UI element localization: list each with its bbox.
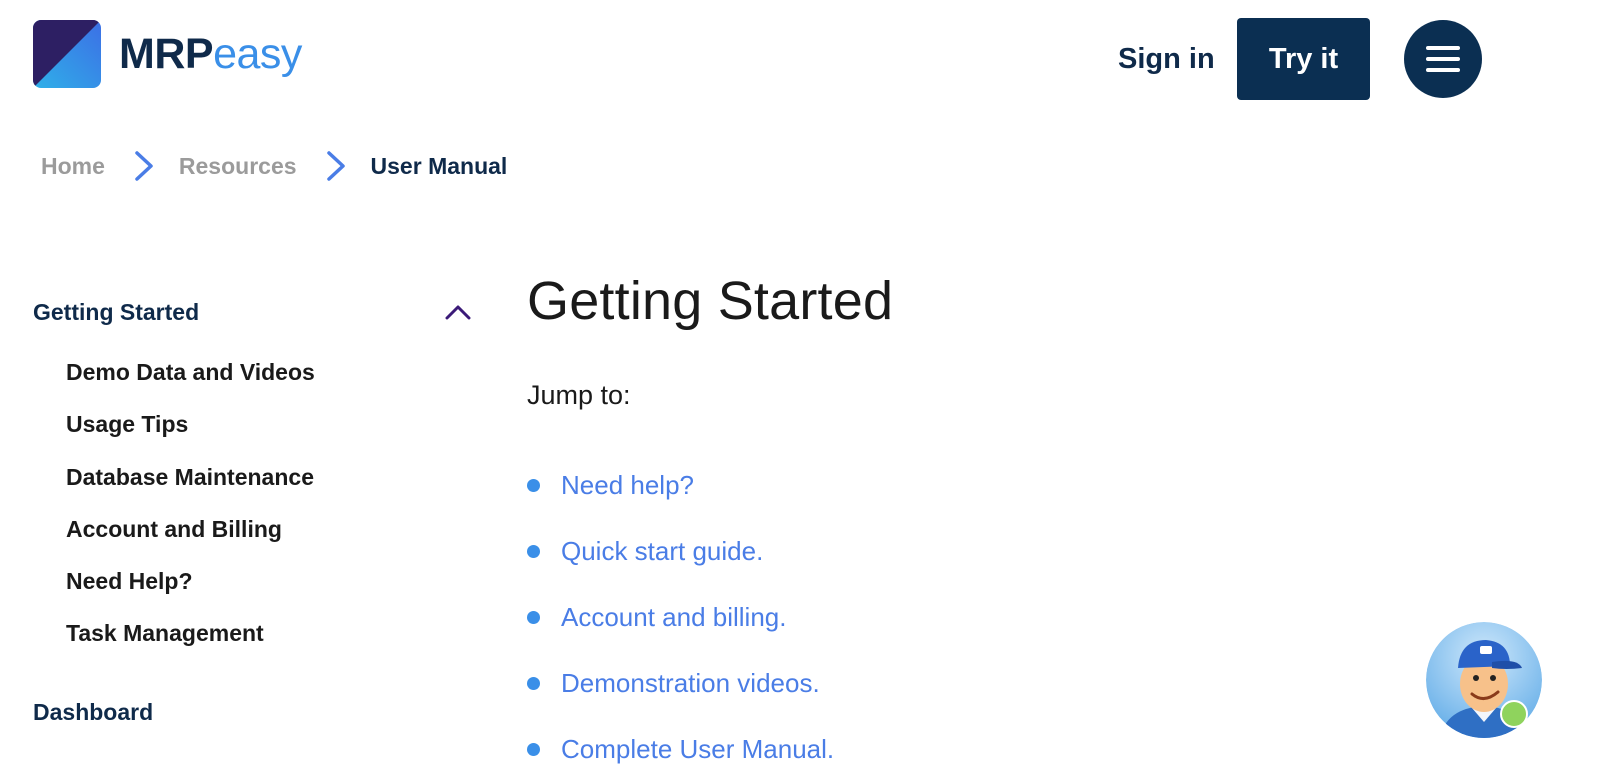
hamburger-menu-icon xyxy=(1426,46,1460,50)
bullet-dot-icon xyxy=(527,545,540,559)
page-title: Getting Started xyxy=(527,271,894,331)
mrpeasy-logo-icon xyxy=(33,20,101,88)
brand-wordmark: MRPeasy xyxy=(119,29,302,78)
jump-to-list: Need help? Quick start guide. Account an… xyxy=(527,463,1407,783)
list-item: Complete User Manual. xyxy=(527,726,1407,783)
logo-link[interactable]: MRPeasy xyxy=(33,20,302,88)
sidebar-section-getting-started[interactable]: Getting Started xyxy=(33,290,478,334)
sidebar-list: Demo Data and Videos Usage Tips Database… xyxy=(33,359,478,673)
brand-easy: easy xyxy=(213,29,302,78)
sidebar-item-demo-data-and-videos[interactable]: Demo Data and Videos xyxy=(33,359,478,411)
sidebar-section-label: Dashboard xyxy=(33,698,154,725)
sign-in-link[interactable]: Sign in xyxy=(1118,43,1215,76)
breadcrumb-resources[interactable]: Resources xyxy=(179,153,297,180)
jump-link-complete-user-manual[interactable]: Complete User Manual. xyxy=(561,734,834,765)
bullet-dot-icon xyxy=(527,742,540,756)
jump-link-need-help[interactable]: Need help? xyxy=(561,470,694,501)
sidebar-item-database-maintenance[interactable]: Database Maintenance xyxy=(33,464,478,516)
hamburger-menu-button[interactable] xyxy=(1404,20,1482,98)
bullet-dot-icon xyxy=(527,676,540,690)
jump-link-account-and-billing[interactable]: Account and billing. xyxy=(561,602,786,633)
bullet-dot-icon xyxy=(527,479,540,493)
sidebar-item-task-management[interactable]: Task Management xyxy=(33,620,478,672)
hamburger-menu-icon-line xyxy=(1426,57,1460,61)
chevron-right-icon xyxy=(135,151,153,181)
try-it-button[interactable]: Try it xyxy=(1237,18,1370,100)
list-item: Account and billing. xyxy=(527,595,1407,661)
chevron-right-icon xyxy=(326,151,345,181)
sidebar-item-usage-tips[interactable]: Usage Tips xyxy=(33,411,478,463)
brand-mrp: MRP xyxy=(119,29,214,78)
online-status-indicator xyxy=(1500,700,1528,728)
sidebar-item-account-and-billing[interactable]: Account and Billing xyxy=(33,516,478,568)
chevron-up-icon[interactable] xyxy=(445,304,471,320)
jump-link-quick-start-guide[interactable]: Quick start guide. xyxy=(561,536,763,567)
bullet-dot-icon xyxy=(527,610,540,624)
breadcrumb-current: User Manual xyxy=(370,152,508,179)
sidebar-section-dashboard[interactable]: Dashboard xyxy=(33,690,153,734)
manual-sidebar: Getting Started Demo Data and Videos Usa… xyxy=(33,290,478,725)
jump-to-label: Jump to: xyxy=(527,380,631,410)
sidebar-section-label: Getting Started xyxy=(33,298,200,325)
list-item: Demonstration videos. xyxy=(527,660,1407,726)
sidebar-item-need-help[interactable]: Need Help? xyxy=(33,568,478,620)
breadcrumb-home[interactable]: Home xyxy=(41,153,105,180)
breadcrumb: Home Resources User Manual xyxy=(41,150,507,182)
list-item: Need help? xyxy=(527,463,1407,529)
jump-link-demonstration-videos[interactable]: Demonstration videos. xyxy=(561,668,820,699)
list-item: Quick start guide. xyxy=(527,529,1407,595)
hamburger-menu-icon-line xyxy=(1426,68,1460,72)
main-content: Getting Started Jump to: Need help? Quic… xyxy=(527,270,1407,783)
